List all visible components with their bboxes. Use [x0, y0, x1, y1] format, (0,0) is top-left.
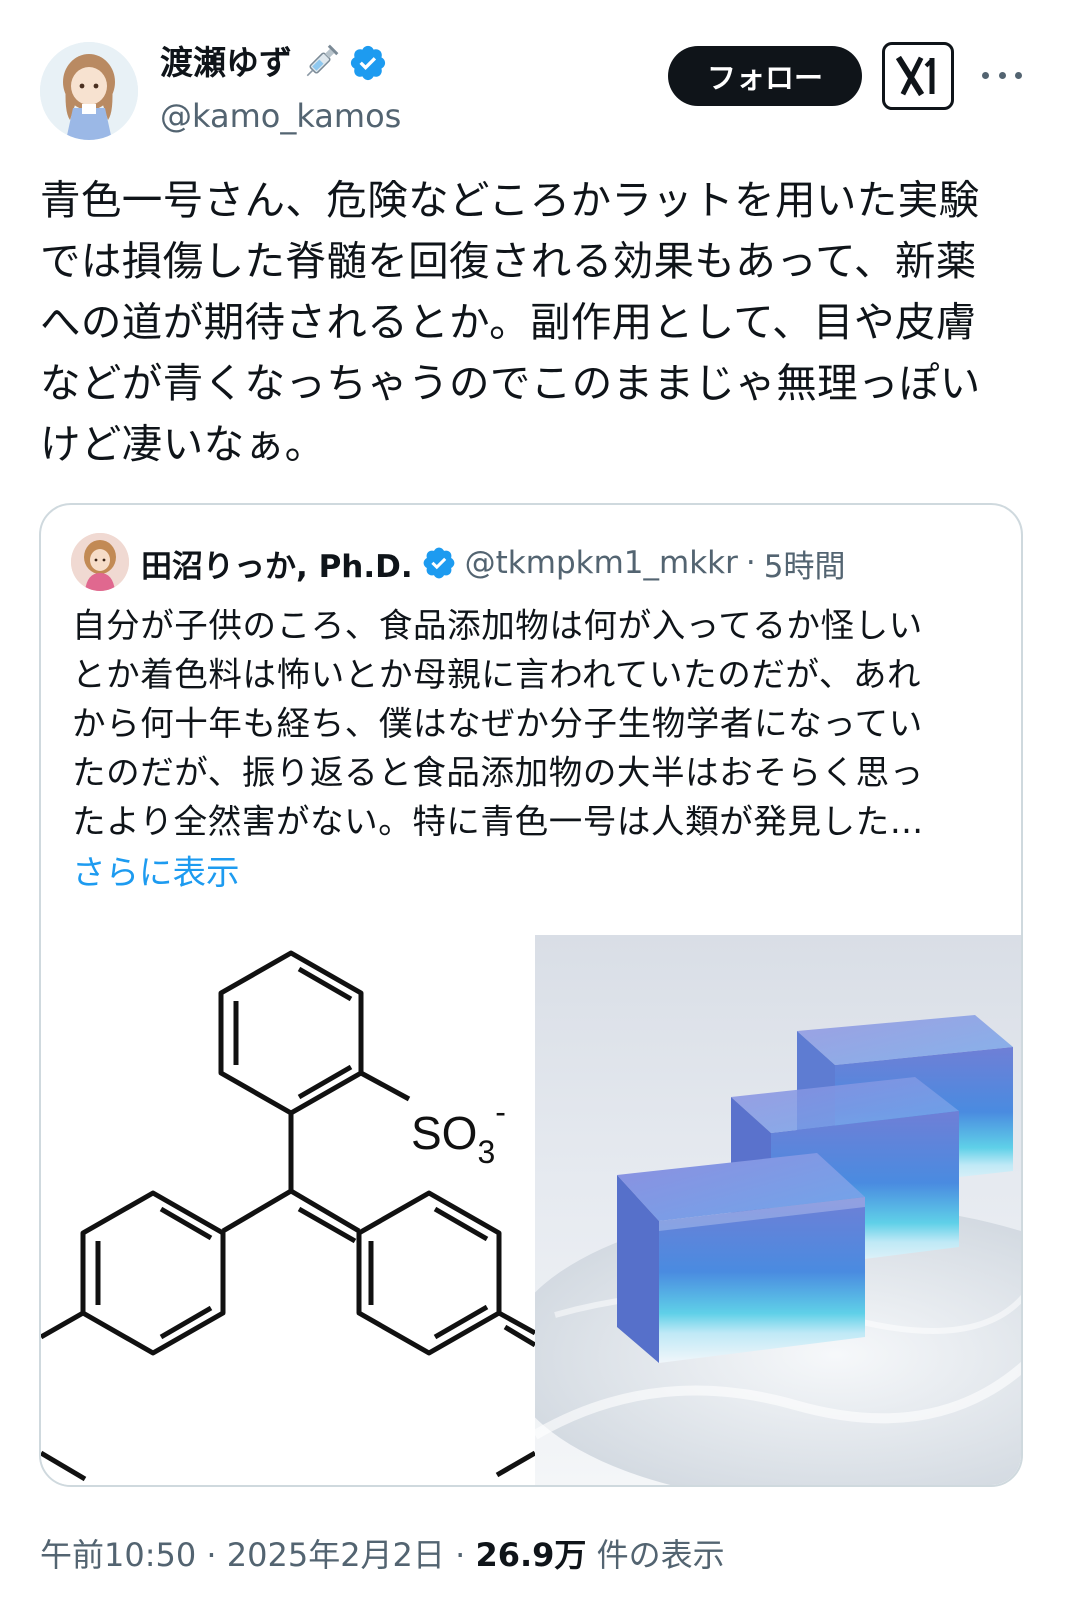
chemical-structure-image[interactable]: SO3 -: [41, 935, 537, 1485]
quote-text: 自分が子供のころ、食品添加物は何が入ってるか怪しい とか着色料は怖いとか母親に言…: [72, 606, 924, 841]
quote-author-handle[interactable]: @tkmpkm1_mkkr: [465, 545, 738, 581]
views-count[interactable]: 26.9万: [475, 1536, 586, 1574]
quote-author-avatar[interactable]: [71, 533, 129, 591]
sulfonate-label: SO3 -: [411, 1087, 506, 1177]
author-name-row[interactable]: 渡瀬ゆず: [160, 40, 388, 86]
quote-author-name[interactable]: 田沼りっか, Ph.D.: [141, 541, 413, 586]
tweet-meta: 午前10:50 · 2025年2月2日 · 26.9万 件の表示: [40, 1532, 725, 1578]
views-label: 件の表示: [596, 1536, 725, 1574]
sulfonate-subscript: 3: [477, 1134, 496, 1170]
sulfonate-charge: -: [495, 1094, 506, 1130]
show-more-link[interactable]: さらに表示: [72, 848, 240, 897]
follow-button[interactable]: フォロー: [668, 46, 862, 106]
tweet-text: 青色一号さん、危険などころかラットを用いた実験 では損傷した脊髄を回復される効果…: [40, 176, 981, 468]
author-name[interactable]: 渡瀬ゆず: [160, 40, 292, 86]
author-handle[interactable]: @kamo_kamos: [160, 94, 401, 138]
quote-timestamp[interactable]: 5時間: [764, 541, 846, 586]
grok-x-logo-icon[interactable]: [882, 42, 954, 110]
quote-header: 田沼りっか, Ph.D. @tkmpkm1_mkkr · 5時間: [141, 537, 845, 589]
meta-separator-1: ·: [206, 1536, 217, 1574]
meta-separator-2: ·: [455, 1536, 466, 1574]
author-avatar[interactable]: [40, 42, 138, 140]
verified-badge-icon: [348, 43, 388, 83]
sulfonate-so: SO: [411, 1107, 478, 1159]
quoted-tweet-card[interactable]: 田沼りっか, Ph.D. @tkmpkm1_mkkr · 5時間 自分が子供のこ…: [39, 503, 1023, 1487]
syringe-emoji-icon: [298, 41, 342, 85]
blue-jelly-photo[interactable]: [535, 935, 1021, 1485]
tweet-time[interactable]: 午前10:50: [40, 1536, 196, 1574]
tweet-date[interactable]: 2025年2月2日: [227, 1536, 445, 1574]
more-horizontal-icon[interactable]: [982, 60, 1022, 90]
verified-badge-icon: [421, 545, 457, 581]
quote-separator: ·: [745, 545, 756, 581]
